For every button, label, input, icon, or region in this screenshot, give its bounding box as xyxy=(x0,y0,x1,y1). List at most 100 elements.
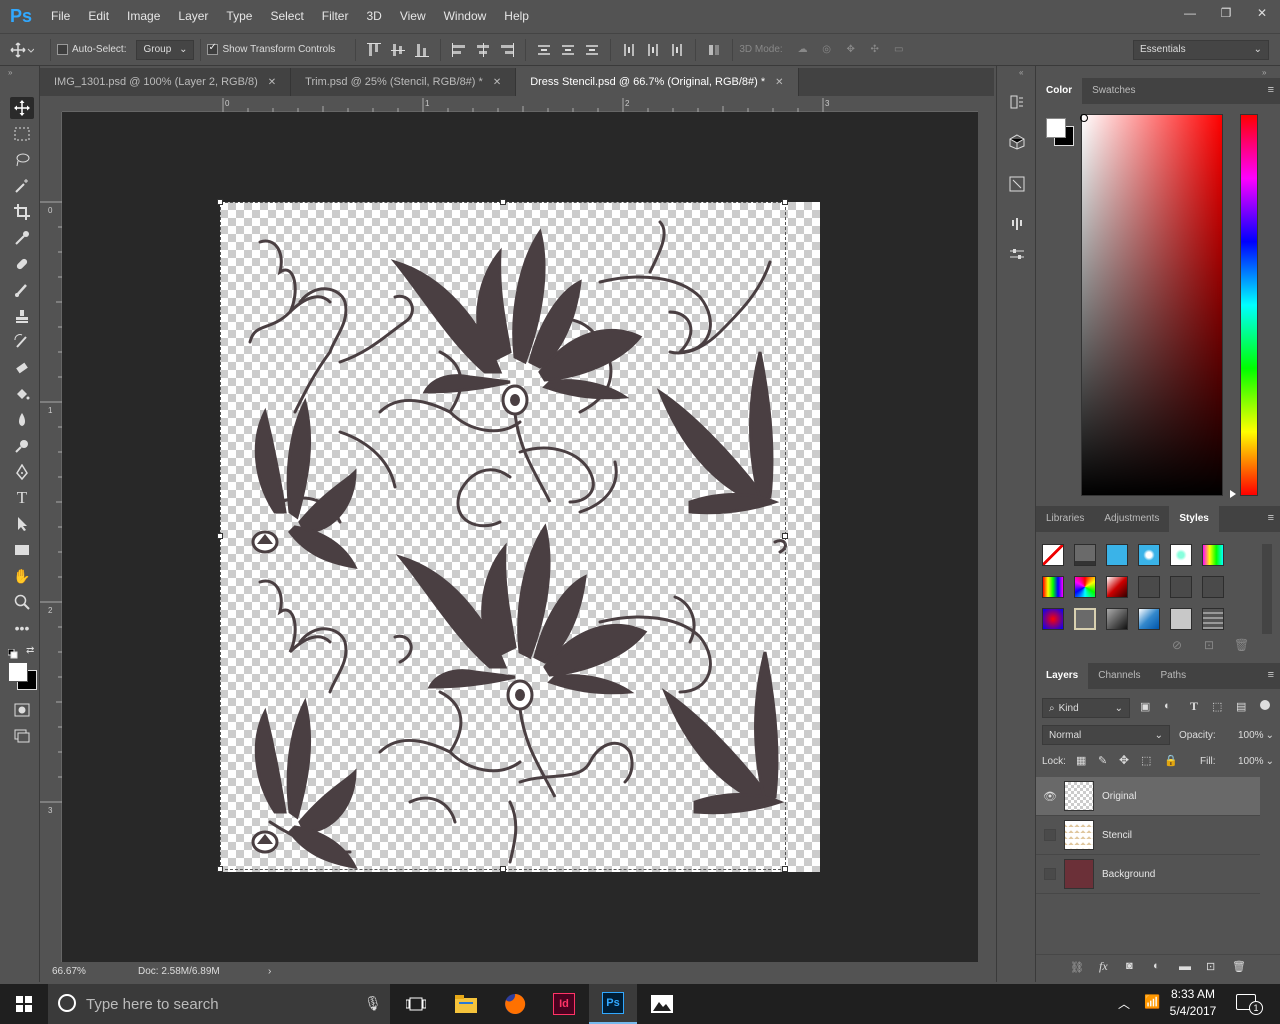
brush-tool-icon[interactable] xyxy=(10,279,34,301)
type-tool-icon[interactable]: T xyxy=(10,487,34,509)
tab-paths[interactable]: Paths xyxy=(1151,663,1197,689)
screen-mode-icon[interactable] xyxy=(10,725,34,747)
wifi-icon[interactable]: 📶 xyxy=(1144,994,1160,1010)
3d-roll-icon[interactable]: ◎ xyxy=(818,41,836,59)
3d-orbit-icon[interactable]: ☁ xyxy=(794,41,812,59)
status-menu-arrow-icon[interactable]: › xyxy=(268,966,271,977)
rectangle-tool-icon[interactable] xyxy=(10,539,34,561)
magic-wand-tool-icon[interactable] xyxy=(10,175,34,197)
transform-handle[interactable] xyxy=(500,199,506,205)
distribute-right-icon[interactable] xyxy=(668,41,686,59)
style-swatch[interactable] xyxy=(1170,608,1192,630)
menu-filter[interactable]: Filter xyxy=(313,0,358,33)
paint-bucket-tool-icon[interactable] xyxy=(10,383,34,405)
close-icon[interactable]: ✕ xyxy=(775,77,783,88)
menu-window[interactable]: Window xyxy=(435,0,496,33)
tab-dress-stencil[interactable]: Dress Stencil.psd @ 66.7% (Original, RGB… xyxy=(516,68,799,96)
menu-view[interactable]: View xyxy=(391,0,435,33)
style-swatch[interactable] xyxy=(1202,608,1224,630)
align-left-icon[interactable] xyxy=(450,41,468,59)
tab-swatches[interactable]: Swatches xyxy=(1082,78,1145,104)
tab-color[interactable]: Color xyxy=(1036,78,1083,104)
lock-artboard-icon[interactable]: ⬚ xyxy=(1141,754,1151,767)
filter-pixel-icon[interactable]: ▣ xyxy=(1140,700,1150,713)
collapse-panel-icon[interactable]: » xyxy=(1262,68,1266,77)
menu-3d[interactable]: 3D xyxy=(357,0,390,33)
zoom-level[interactable]: 66.67% xyxy=(40,966,120,977)
properties-panel-icon[interactable] xyxy=(1005,172,1029,196)
align-bottom-icon[interactable] xyxy=(413,41,431,59)
style-swatch[interactable] xyxy=(1042,576,1064,598)
styles-scrollbar[interactable] xyxy=(1262,544,1272,634)
filter-adjustment-icon[interactable]: ◐ xyxy=(1164,700,1171,712)
layer-mask-icon[interactable]: ◙ xyxy=(1126,960,1133,972)
move-tool-preset-icon[interactable] xyxy=(0,41,44,58)
distribute-vcenter-icon[interactable] xyxy=(559,41,577,59)
color-field[interactable] xyxy=(1081,114,1223,496)
menu-help[interactable]: Help xyxy=(495,0,538,33)
layer-row-background[interactable]: Background xyxy=(1036,855,1260,894)
filter-toggle-icon[interactable] xyxy=(1260,700,1270,710)
tab-layers[interactable]: Layers xyxy=(1036,663,1089,689)
eye-icon[interactable]: 👁 xyxy=(1036,777,1064,816)
taskbar-search-input[interactable]: Type here to search 🎙 xyxy=(48,984,390,1024)
adjustments-sliders-icon[interactable] xyxy=(1005,242,1029,266)
chevron-up-icon[interactable]: ︿ xyxy=(1118,995,1130,1012)
photos-icon[interactable] xyxy=(638,984,686,1024)
distribute-bottom-icon[interactable] xyxy=(583,41,601,59)
new-style-icon[interactable]: ⊡ xyxy=(1204,638,1214,652)
quick-mask-icon[interactable] xyxy=(10,699,34,721)
style-swatch[interactable] xyxy=(1074,576,1096,598)
align-hcenter-icon[interactable] xyxy=(474,41,492,59)
3d-slide-icon[interactable]: ✣ xyxy=(866,41,884,59)
transform-handle[interactable] xyxy=(782,199,788,205)
dodge-tool-icon[interactable] xyxy=(10,435,34,457)
transform-handle[interactable] xyxy=(782,866,788,872)
swap-colors-icon[interactable]: ⇄ xyxy=(26,645,34,656)
layer-row-stencil[interactable]: Stencil xyxy=(1036,816,1260,855)
canvas-area[interactable] xyxy=(62,112,978,962)
link-layers-icon[interactable]: ⛓ xyxy=(1070,961,1084,974)
collapse-panel-icon[interactable]: « xyxy=(1019,68,1023,77)
vertical-scrollbar[interactable] xyxy=(978,96,996,980)
notification-center-icon[interactable]: 1 xyxy=(1236,994,1263,1015)
panel-menu-icon[interactable]: ≡ xyxy=(1268,84,1274,96)
style-swatch[interactable] xyxy=(1074,544,1096,566)
collapse-panel-icon[interactable]: » xyxy=(8,68,12,77)
auto-align-icon[interactable] xyxy=(705,41,723,59)
visibility-toggle[interactable] xyxy=(1036,816,1064,855)
align-top-icon[interactable] xyxy=(365,41,383,59)
workspace-dropdown[interactable]: Essentials ⌄ xyxy=(1133,39,1269,60)
color-picker-marker[interactable] xyxy=(1080,114,1088,122)
auto-select-dropdown[interactable]: Group ⌄ xyxy=(136,39,195,60)
fill-field[interactable]: 100% ⌄ xyxy=(1236,751,1276,771)
history-panel-icon[interactable] xyxy=(1005,90,1029,114)
transform-bounding-box[interactable] xyxy=(217,199,788,872)
restore-button[interactable]: ❐ xyxy=(1208,0,1244,26)
move-tool-icon[interactable] xyxy=(10,97,34,119)
menu-image[interactable]: Image xyxy=(118,0,169,33)
style-swatch[interactable] xyxy=(1170,544,1192,566)
lock-transparent-icon[interactable]: ▦ xyxy=(1076,754,1086,767)
adjustment-layer-icon[interactable]: ◐ xyxy=(1153,960,1160,972)
style-swatch[interactable] xyxy=(1106,608,1128,630)
clear-style-icon[interactable]: ⊘ xyxy=(1172,638,1182,652)
new-group-icon[interactable]: ▬ xyxy=(1179,959,1191,973)
new-layer-icon[interactable]: ⊡ xyxy=(1206,960,1215,973)
eyedropper-tool-icon[interactable] xyxy=(10,227,34,249)
3d-panel-icon[interactable] xyxy=(1005,130,1029,154)
menu-select[interactable]: Select xyxy=(261,0,312,33)
task-view-icon[interactable] xyxy=(392,984,440,1024)
minimize-button[interactable]: — xyxy=(1172,0,1208,26)
tab-img-1301[interactable]: IMG_1301.psd @ 100% (Layer 2, RGB/8) ✕ xyxy=(40,68,292,96)
crop-tool-icon[interactable] xyxy=(10,201,34,223)
healing-brush-tool-icon[interactable] xyxy=(10,253,34,275)
layer-style-icon[interactable]: fx xyxy=(1099,959,1108,974)
photoshop-taskbar-icon[interactable]: Ps xyxy=(589,984,637,1024)
transform-handle[interactable] xyxy=(782,533,788,539)
style-swatch-none[interactable] xyxy=(1042,544,1064,566)
show-transform-checkbox[interactable] xyxy=(207,42,219,55)
taskbar-clock[interactable]: 8:33 AM 5/4/2017 xyxy=(1162,986,1224,1022)
close-window-button[interactable]: ✕ xyxy=(1244,0,1280,26)
path-selection-tool-icon[interactable] xyxy=(10,513,34,535)
